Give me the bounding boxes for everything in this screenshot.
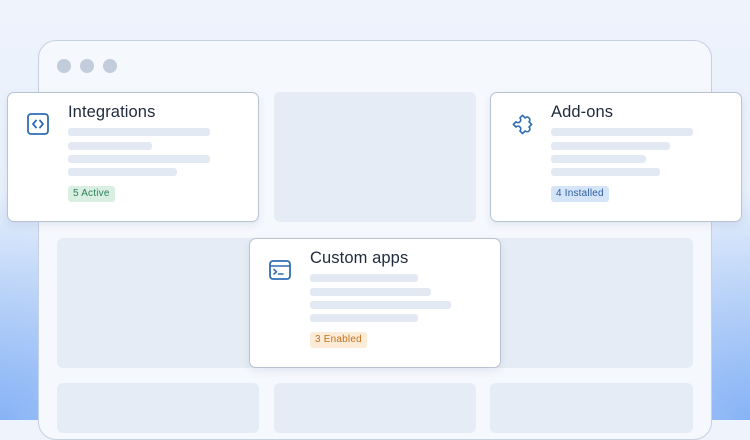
integrations-card[interactable]: Integrations 5 Active	[7, 92, 259, 222]
terminal-window-icon	[268, 258, 292, 282]
text-placeholder-line	[68, 142, 152, 150]
card-title: Custom apps	[310, 249, 409, 267]
card-title: Integrations	[68, 103, 156, 121]
text-placeholder-line	[551, 168, 660, 176]
text-placeholder-line	[68, 155, 210, 163]
placeholder-tile-bottom-right	[490, 383, 693, 433]
status-badge: 5 Active	[68, 186, 115, 202]
placeholder-tile-bottom-left	[57, 383, 259, 433]
text-placeholder-line	[310, 314, 418, 322]
status-badge: 3 Enabled	[310, 332, 367, 348]
text-placeholder-line	[310, 274, 418, 282]
text-placeholder-line	[310, 301, 451, 309]
text-placeholder-line	[68, 128, 210, 136]
window-dot-2	[80, 59, 94, 73]
puzzle-piece-icon	[509, 112, 533, 136]
text-placeholder-line	[310, 288, 431, 296]
window-dot-3	[103, 59, 117, 73]
text-placeholder-line	[551, 155, 646, 163]
code-brackets-icon	[26, 112, 50, 136]
card-title: Add-ons	[551, 103, 614, 121]
text-placeholder-line	[551, 128, 693, 136]
text-placeholder-line	[551, 142, 670, 150]
text-placeholder-line	[68, 168, 177, 176]
placeholder-tile-middle-left	[57, 238, 259, 368]
placeholder-tile-bottom-center	[274, 383, 476, 433]
placeholder-tile-top-center	[274, 92, 476, 222]
status-badge: 4 Installed	[551, 186, 609, 202]
custom-apps-card[interactable]: Custom apps 3 Enabled	[249, 238, 501, 368]
placeholder-tile-middle-right	[490, 238, 693, 368]
window-dot-1	[57, 59, 71, 73]
addons-card[interactable]: Add-ons 4 Installed	[490, 92, 742, 222]
